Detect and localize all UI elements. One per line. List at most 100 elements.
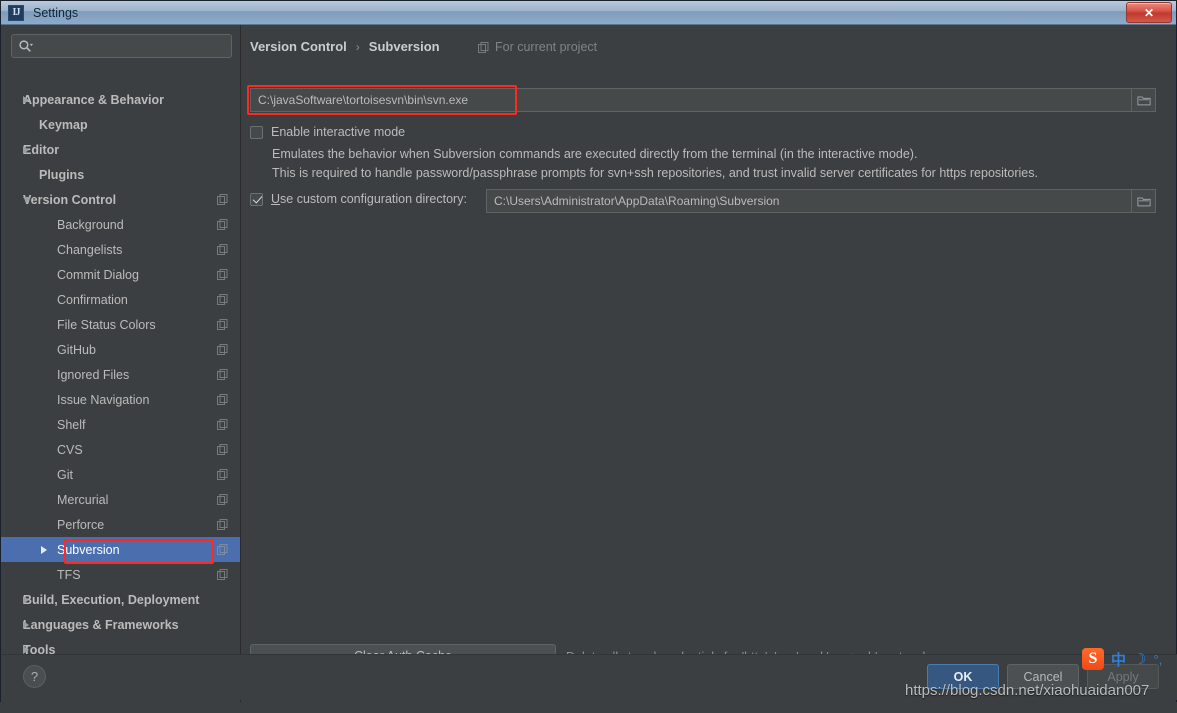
project-scope-icon bbox=[217, 419, 228, 430]
sidebar-item-label: Languages & Frameworks bbox=[23, 617, 179, 632]
sidebar-item-label: Git bbox=[57, 467, 73, 482]
chevron-down-icon[interactable] bbox=[23, 196, 31, 203]
dialog-body: Appearance & Behavior Keymap Editor Plugins… bbox=[1, 25, 1176, 702]
interactive-mode-row[interactable]: Enable interactive mode bbox=[250, 125, 405, 139]
svn-path-row: C:\javaSoftware\tortoisesvn\bin\svn.exe bbox=[247, 85, 1156, 115]
sidebar-item-appearance-behavior[interactable]: Appearance & Behavior bbox=[1, 87, 240, 112]
sidebar-item-confirmation[interactable]: Confirmation bbox=[1, 287, 240, 312]
dialog-button-group: OK Cancel Apply bbox=[927, 664, 1159, 689]
chevron-right-icon[interactable] bbox=[23, 95, 29, 104]
chevron-right-icon[interactable] bbox=[23, 620, 29, 629]
project-scope-icon bbox=[217, 569, 228, 580]
sidebar-item-github[interactable]: GitHub bbox=[1, 337, 240, 362]
search-input[interactable] bbox=[33, 38, 225, 54]
sidebar-item-label: Issue Navigation bbox=[57, 392, 150, 407]
settings-detail-pane: Version Control › Subversion For current… bbox=[241, 25, 1176, 702]
sidebar-item-shelf[interactable]: Shelf bbox=[1, 412, 240, 437]
sidebar-item-label: Version Control bbox=[23, 192, 117, 207]
project-scope-icon bbox=[217, 394, 228, 405]
sidebar-item-languages-frameworks[interactable]: Languages & Frameworks bbox=[1, 612, 240, 637]
project-scope-icon bbox=[217, 444, 228, 455]
sidebar-item-build-execution-deployment[interactable]: Build, Execution, Deployment bbox=[1, 587, 240, 612]
config-dir-checkbox[interactable] bbox=[250, 192, 263, 206]
config-dir-field[interactable]: C:\Users\Administrator\AppData\Roaming\S… bbox=[486, 189, 1132, 213]
sidebar-item-label: Background bbox=[57, 217, 124, 232]
sidebar-item-label: CVS bbox=[57, 442, 83, 457]
chevron-right-icon[interactable] bbox=[41, 545, 47, 554]
sidebar-item-commit-dialog[interactable]: Commit Dialog bbox=[1, 262, 240, 287]
sidebar-item-label: Perforce bbox=[57, 517, 105, 532]
sidebar-item-cvs[interactable]: CVS bbox=[1, 437, 240, 462]
close-icon[interactable]: ✕ bbox=[1126, 2, 1172, 23]
project-scope-icon bbox=[217, 469, 228, 480]
chevron-right-icon: › bbox=[355, 39, 360, 54]
screenshot-root: IJ Settings ✕ Appearance & Behavior Keym… bbox=[0, 0, 1177, 713]
sidebar-item-issue-navigation[interactable]: Issue Navigation bbox=[1, 387, 240, 412]
sidebar-item-file-status-colors[interactable]: File Status Colors bbox=[1, 312, 240, 337]
window-title: Settings bbox=[33, 5, 79, 20]
project-scope-text: For current project bbox=[495, 40, 598, 54]
title-bar: IJ Settings ✕ bbox=[1, 1, 1176, 25]
settings-dialog: IJ Settings ✕ Appearance & Behavior Keym… bbox=[0, 0, 1177, 702]
dialog-footer: ? OK Cancel Apply bbox=[2, 654, 1177, 700]
sidebar-item-label: Keymap bbox=[39, 117, 88, 132]
sidebar-item-ignored-files[interactable]: Ignored Files bbox=[1, 362, 240, 387]
apply-button: Apply bbox=[1087, 664, 1159, 689]
config-dir-row[interactable]: Use custom configuration directory: bbox=[250, 192, 467, 206]
project-scope-icon bbox=[217, 344, 228, 355]
svn-path-browse-button[interactable] bbox=[1132, 88, 1156, 112]
chevron-right-icon[interactable] bbox=[23, 645, 29, 654]
sidebar-item-background[interactable]: Background bbox=[1, 212, 240, 237]
svn-path-field[interactable]: C:\javaSoftware\tortoisesvn\bin\svn.exe bbox=[250, 88, 1132, 112]
project-scope-icon bbox=[217, 219, 228, 230]
project-scope-icon bbox=[217, 294, 228, 305]
breadcrumb: Version Control › Subversion bbox=[250, 39, 440, 54]
sidebar-item-plugins[interactable]: Plugins bbox=[1, 162, 240, 187]
project-scope-icon bbox=[217, 544, 228, 555]
project-scope-icon bbox=[217, 269, 228, 280]
sidebar-item-label: Commit Dialog bbox=[57, 267, 139, 282]
chevron-right-icon[interactable] bbox=[23, 595, 29, 604]
chevron-right-icon[interactable] bbox=[23, 145, 29, 154]
interactive-mode-description: Emulates the behavior when Subversion co… bbox=[272, 145, 1172, 183]
sidebar-item-label: GitHub bbox=[57, 342, 96, 357]
sidebar-item-subversion[interactable]: Subversion bbox=[1, 537, 240, 564]
config-dir-label-rest: se custom configuration directory: bbox=[280, 192, 467, 206]
sidebar-item-label: Confirmation bbox=[57, 292, 128, 307]
description-line-2: This is required to handle password/pass… bbox=[272, 166, 1038, 180]
sidebar-item-editor[interactable]: Editor bbox=[1, 137, 240, 162]
project-scope-icon bbox=[217, 519, 228, 530]
settings-sidebar: Appearance & Behavior Keymap Editor Plugins… bbox=[1, 25, 241, 702]
sidebar-item-label: Subversion bbox=[57, 542, 120, 557]
sidebar-item-perforce[interactable]: Perforce bbox=[1, 512, 240, 537]
sidebar-item-label: Ignored Files bbox=[57, 367, 130, 382]
breadcrumb-leaf: Subversion bbox=[368, 39, 440, 54]
settings-tree: Appearance & Behavior Keymap Editor Plugins… bbox=[1, 87, 240, 702]
ok-button[interactable]: OK bbox=[927, 664, 999, 689]
sidebar-item-keymap[interactable]: Keymap bbox=[1, 112, 240, 137]
config-dir-label: Use custom configuration directory: bbox=[271, 192, 467, 206]
sidebar-item-mercurial[interactable]: Mercurial bbox=[1, 487, 240, 512]
sidebar-item-label: Changelists bbox=[57, 242, 123, 257]
intellij-idea-icon: IJ bbox=[8, 4, 24, 21]
sidebar-item-tfs[interactable]: TFS bbox=[1, 562, 240, 587]
search-icon bbox=[18, 39, 33, 54]
project-scope-icon bbox=[478, 41, 489, 53]
sidebar-item-label: Appearance & Behavior bbox=[23, 92, 165, 107]
description-line-1: Emulates the behavior when Subversion co… bbox=[272, 147, 918, 161]
project-scope-label: For current project bbox=[478, 40, 597, 54]
interactive-mode-checkbox[interactable] bbox=[250, 125, 263, 139]
cancel-button[interactable]: Cancel bbox=[1007, 664, 1079, 689]
sidebar-item-version-control[interactable]: Version Control bbox=[1, 187, 240, 212]
search-box[interactable] bbox=[11, 34, 232, 58]
sidebar-item-git[interactable]: Git bbox=[1, 462, 240, 487]
help-button[interactable]: ? bbox=[23, 665, 46, 688]
sidebar-item-label: TFS bbox=[57, 567, 81, 582]
config-dir-browse-button[interactable] bbox=[1132, 189, 1156, 213]
search-area bbox=[1, 25, 240, 58]
breadcrumb-root[interactable]: Version Control bbox=[250, 39, 347, 54]
sidebar-item-changelists[interactable]: Changelists bbox=[1, 237, 240, 262]
sidebar-item-label: Build, Execution, Deployment bbox=[23, 592, 200, 607]
project-scope-icon bbox=[217, 244, 228, 255]
sidebar-item-label: Shelf bbox=[57, 417, 86, 432]
